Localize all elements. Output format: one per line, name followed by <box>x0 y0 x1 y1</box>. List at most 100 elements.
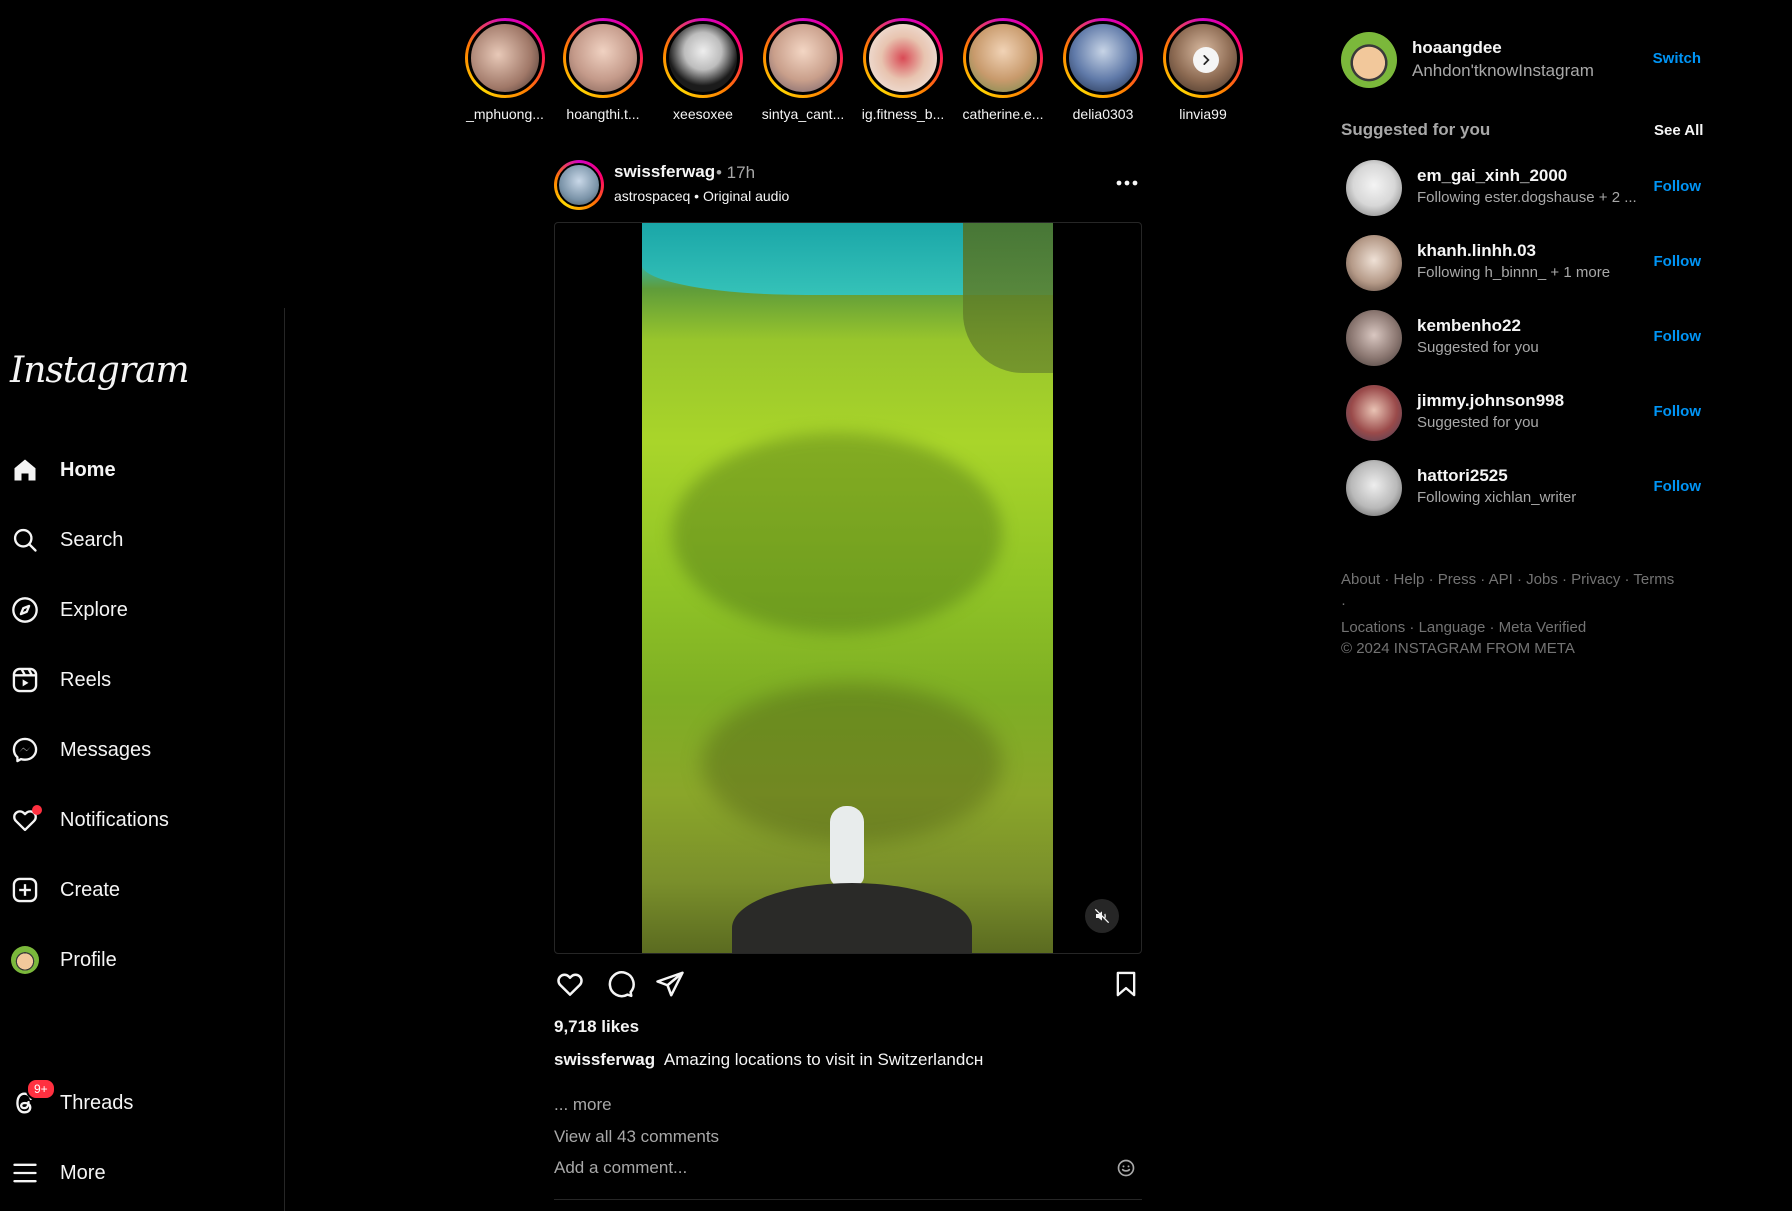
footer-link[interactable]: Jobs <box>1526 571 1558 588</box>
avatar[interactable] <box>1346 160 1402 216</box>
see-all-link[interactable]: See All <box>1654 122 1703 139</box>
nav-label: More <box>60 1161 106 1184</box>
story-item[interactable]: catherine.e... <box>953 18 1053 122</box>
current-user: hoaangdee Anhdon'tknowInstagram Switch <box>1341 32 1701 88</box>
post-video[interactable] <box>642 223 1053 953</box>
footer-link[interactable]: Locations <box>1341 619 1405 636</box>
comment-button[interactable] <box>604 968 636 1000</box>
follow-button[interactable]: Follow <box>1654 178 1702 195</box>
story-username: linvia99 <box>1179 106 1227 122</box>
story-username: sintya_cant... <box>761 106 845 122</box>
video-legs <box>732 883 972 953</box>
stories-next-button[interactable] <box>1193 47 1219 73</box>
threads-icon: 9+ <box>10 1078 56 1118</box>
follow-button[interactable]: Follow <box>1654 403 1702 420</box>
footer-link[interactable]: API <box>1489 571 1513 588</box>
avatar[interactable] <box>1346 310 1402 366</box>
story-username: xeesoxee <box>673 106 733 122</box>
story-item[interactable]: xeesoxee <box>653 18 753 122</box>
avatar[interactable] <box>1346 385 1402 441</box>
post-avatar[interactable] <box>554 160 604 210</box>
nav-label: Notifications <box>60 808 169 831</box>
suggestion-username[interactable]: khanh.linhh.03 <box>1417 241 1536 261</box>
avatar <box>10 945 40 975</box>
nav-label: Home <box>60 458 116 481</box>
avatar[interactable] <box>1346 235 1402 291</box>
nav-home[interactable]: Home <box>10 445 270 495</box>
avatar <box>566 21 640 95</box>
copyright: © 2024 INSTAGRAM FROM META <box>1341 640 1575 657</box>
footer-links: About · Help · Press · API · Jobs · Priv… <box>1341 571 1675 636</box>
suggestion-item: khanh.linhh.03 Following h_binnn_ + 1 mo… <box>1346 235 1701 291</box>
suggestion-username[interactable]: jimmy.johnson998 <box>1417 391 1564 411</box>
post-audio[interactable]: astrospaceq • Original audio <box>614 188 789 204</box>
avatar[interactable] <box>1341 32 1397 88</box>
story-item[interactable]: sintya_cant... <box>753 18 853 122</box>
share-button[interactable] <box>654 968 686 1000</box>
nav-messages[interactable]: Messages <box>10 725 270 775</box>
suggested-title: Suggested for you <box>1341 120 1491 139</box>
home-icon <box>10 455 40 485</box>
nav-search[interactable]: Search <box>10 515 270 565</box>
suggestion-subtitle: Following h_binnn_ + 1 more <box>1417 264 1611 281</box>
footer-link[interactable]: Help <box>1394 571 1425 588</box>
post-time: • 17h <box>716 163 756 182</box>
footer-link[interactable]: Press <box>1438 571 1476 588</box>
video-shoe <box>830 806 864 886</box>
nav-threads[interactable]: 9+ Threads <box>10 1078 270 1128</box>
story-item[interactable]: delia0303 <box>1053 18 1153 122</box>
footer-link[interactable]: Privacy <box>1571 571 1620 588</box>
avatar <box>1066 21 1140 95</box>
post-media[interactable] <box>554 222 1142 954</box>
nav-reels[interactable]: Reels <box>10 655 270 705</box>
volume-muted-icon <box>1094 908 1110 924</box>
story-username: delia0303 <box>1072 106 1134 122</box>
comment-input[interactable]: Add a comment... <box>554 1158 687 1178</box>
likes-count[interactable]: 9,718 likes <box>554 1017 639 1037</box>
switch-account-button[interactable]: Switch <box>1653 50 1701 67</box>
nav-notifications[interactable]: Notifications <box>10 795 270 845</box>
nav-label: Threads <box>60 1091 134 1114</box>
footer-link[interactable]: About <box>1341 571 1380 588</box>
suggestion-username[interactable]: em_gai_xinh_2000 <box>1417 166 1567 186</box>
threads-badge: 9+ <box>26 1078 56 1100</box>
suggestion-username[interactable]: kembenho22 <box>1417 316 1521 336</box>
footer-link[interactable]: Meta Verified <box>1499 619 1587 636</box>
like-button[interactable] <box>554 968 586 1000</box>
post-options-button[interactable] <box>1112 168 1142 198</box>
emoji-icon[interactable] <box>1116 1158 1136 1178</box>
video-tree-area <box>963 223 1053 373</box>
story-item[interactable]: hoangthi.t... <box>553 18 653 122</box>
nav-profile[interactable]: Profile <box>10 935 270 985</box>
post-username[interactable]: swissferwag <box>614 162 715 182</box>
follow-button[interactable]: Follow <box>1654 478 1702 495</box>
mute-button[interactable] <box>1085 899 1119 933</box>
stories-tray: _mphuong... hoangthi.t... xeesoxee sinty… <box>455 18 1245 128</box>
more-horizontal-icon <box>1116 180 1138 186</box>
current-username[interactable]: hoaangdee <box>1412 38 1502 58</box>
follow-button[interactable]: Follow <box>1654 328 1702 345</box>
messenger-icon <box>10 735 40 765</box>
save-button[interactable] <box>1110 968 1142 1000</box>
view-comments-link[interactable]: View all 43 comments <box>554 1127 719 1147</box>
nav-explore[interactable]: Explore <box>10 585 270 635</box>
suggestion-subtitle: Suggested for you <box>1417 339 1539 356</box>
suggestion-item: hattori2525 Following xichlan_writer Fol… <box>1346 460 1701 516</box>
caption-username[interactable]: swissferwag <box>554 1050 655 1069</box>
notification-dot <box>32 805 42 815</box>
caption-more-link[interactable]: ... more <box>554 1095 612 1115</box>
menu-icon <box>10 1158 40 1188</box>
footer-link[interactable]: Terms <box>1633 571 1674 588</box>
suggestion-item: kembenho22 Suggested for you Follow <box>1346 310 1701 366</box>
instagram-logo[interactable]: Instagram <box>10 350 190 391</box>
story-item[interactable]: _mphuong... <box>455 18 555 122</box>
suggestion-username[interactable]: hattori2525 <box>1417 466 1508 486</box>
footer-link[interactable]: Language <box>1419 619 1486 636</box>
nav-label: Reels <box>60 668 112 691</box>
suggestion-subtitle: Following xichlan_writer <box>1417 489 1577 506</box>
follow-button[interactable]: Follow <box>1654 253 1702 270</box>
nav-create[interactable]: Create <box>10 865 270 915</box>
nav-more[interactable]: More <box>10 1148 270 1198</box>
avatar[interactable] <box>1346 460 1402 516</box>
story-item[interactable]: ig.fitness_b... <box>853 18 953 122</box>
